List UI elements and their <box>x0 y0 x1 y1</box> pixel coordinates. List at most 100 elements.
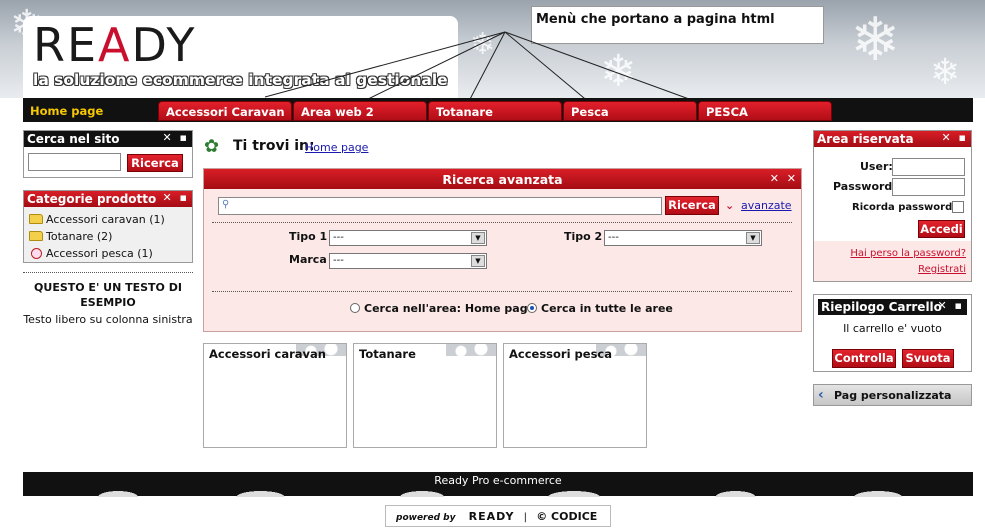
forgot-password-link[interactable]: Hai perso la password? <box>850 248 966 259</box>
free-text-body: Testo libero su colonna sinistra <box>23 313 193 326</box>
advanced-toggle-link[interactable]: avanzate <box>741 199 792 212</box>
category-card-title: Totanare <box>359 347 416 361</box>
category-card-accessori-pesca[interactable]: Accessori pesca <box>503 343 647 448</box>
login-title-text: Area riservata <box>817 132 914 146</box>
remember-checkbox[interactable] <box>952 201 964 213</box>
main-nav: Home page Accessori Caravan Area web 2 T… <box>23 98 973 122</box>
nav-item-totanare[interactable]: Totanare <box>428 101 562 121</box>
login-title: Area riservata ✕ ▪ <box>814 131 971 147</box>
free-text-title: QUESTO E' UN TESTO DI ESEMPIO <box>34 281 182 309</box>
footer-snow-decoration <box>23 483 973 497</box>
scope-option-current-area[interactable]: Cerca nell'area: Home page <box>350 302 535 315</box>
advanced-search-title-text: Ricerca avanzata <box>442 172 563 187</box>
logo-accent-letter: A <box>98 18 132 72</box>
cart-box: Riepilogo Carrello ✕ ▪ Il carrello e' vu… <box>813 294 972 372</box>
cart-empty-button[interactable]: Svuota <box>902 349 954 368</box>
brand-separator: | <box>523 512 528 523</box>
box-controls-icon[interactable]: ✕ ▪ <box>937 299 964 312</box>
site-search-button[interactable]: Ricerca <box>127 154 183 172</box>
marca-value: --- <box>333 255 344 266</box>
snowflake-icon: ❄ <box>850 5 901 75</box>
chevron-down-icon: ▼ <box>471 255 485 267</box>
breadcrumb-home-link[interactable]: Home page <box>305 141 368 154</box>
powered-by-label: powered by <box>396 513 456 523</box>
user-input[interactable] <box>892 158 965 176</box>
tipo2-label: Tipo 2 <box>564 230 603 243</box>
category-item[interactable]: Accessori caravan (1) <box>29 213 165 226</box>
nav-item-home[interactable]: Home page <box>23 101 151 121</box>
annotation-note: Menù che portano a pagina html <box>531 6 824 44</box>
category-label: Accessori pesca (1) <box>46 247 153 260</box>
divider <box>212 291 792 292</box>
marca-label: Marca <box>289 253 327 266</box>
breadcrumb-label: Ti trovi in: <box>233 138 315 154</box>
radio-current-area[interactable] <box>350 303 360 313</box>
tipo2-select[interactable]: --- ▼ <box>604 230 762 246</box>
nav-item-pesca[interactable]: Pesca <box>563 101 697 121</box>
snowflake-icon: ❄ <box>470 27 496 62</box>
radio-all-areas[interactable] <box>527 303 537 313</box>
search-icon: ⚲ <box>222 199 230 210</box>
login-button[interactable]: Accedi <box>918 220 965 238</box>
logo[interactable]: READY <box>33 22 197 68</box>
nav-item-pesca-upper[interactable]: PESCA <box>698 101 832 121</box>
category-card-accessori-caravan[interactable]: Accessori caravan <box>203 343 347 448</box>
box-controls-icon[interactable]: ✕ ✕ <box>770 172 798 185</box>
box-controls-icon[interactable]: ✕ ▪ <box>162 131 189 144</box>
tagline: la soluzione ecommerce integrata al gest… <box>33 71 448 89</box>
chevron-down-icon: ▼ <box>746 232 760 244</box>
powered-by-badge[interactable]: powered by READY | © CODICE <box>385 505 611 527</box>
advanced-search-button[interactable]: Ricerca <box>665 196 719 215</box>
nav-item-accessori-caravan[interactable]: Accessori Caravan <box>158 101 292 121</box>
category-card-totanare[interactable]: Totanare <box>353 343 497 448</box>
folder-icon <box>29 214 43 224</box>
marca-select[interactable]: --- ▼ <box>329 253 487 269</box>
advanced-search-title: Ricerca avanzata ✕ ✕ <box>204 169 801 189</box>
box-controls-icon[interactable]: ✕ ▪ <box>941 131 968 144</box>
register-link[interactable]: Registrati <box>918 264 966 275</box>
category-item[interactable]: Accessori pesca (1) <box>29 247 153 260</box>
site-search-input[interactable] <box>28 153 121 171</box>
codice-brand: © CODICE <box>536 510 598 523</box>
cart-empty-text: Il carrello e' vuoto <box>843 322 942 335</box>
cart-title-text: Riepilogo Carrello <box>821 300 942 314</box>
tipo1-select[interactable]: --- ▼ <box>329 230 487 246</box>
advanced-search-input[interactable]: ⚲ <box>218 197 662 215</box>
categories-title: Categorie prodotto ✕ ▪ <box>24 191 192 207</box>
holly-icon: ✿ <box>204 136 220 157</box>
advanced-search-panel: Ricerca avanzata ✕ ✕ ⚲ Ricerca ⌄ avanzat… <box>203 168 802 332</box>
ready-brand: READY <box>468 510 515 523</box>
cart-check-button[interactable]: Controlla <box>832 349 896 368</box>
custom-page-label: Pag personalizzata <box>834 389 952 402</box>
divider <box>23 272 193 273</box>
password-label: Password: <box>833 180 897 193</box>
tipo2-value: --- <box>608 232 619 243</box>
scope-option1-label: Cerca nell'area: Home page <box>364 302 536 315</box>
categories-title-text: Categorie prodotto <box>27 192 157 206</box>
scope-option2-label: Cerca in tutte le aree <box>541 302 673 315</box>
folder-icon <box>29 231 43 241</box>
category-item[interactable]: Totanare (2) <box>29 230 112 243</box>
tipo1-value: --- <box>333 232 344 243</box>
box-controls-icon[interactable]: ✕ ▪ <box>162 191 189 204</box>
site-search-box: Cerca nel sito ✕ ▪ Ricerca <box>23 130 193 178</box>
site-search-title-text: Cerca nel sito <box>27 132 120 146</box>
scope-option-all-areas[interactable]: Cerca in tutte le aree <box>527 302 673 315</box>
custom-page-link[interactable]: ‹ Pag personalizzata <box>813 384 972 406</box>
cart-title: Riepilogo Carrello ✕ ▪ <box>818 299 967 315</box>
chevron-left-icon: ‹ <box>818 387 824 403</box>
password-input[interactable] <box>892 178 965 196</box>
category-label: Accessori caravan (1) <box>46 213 165 226</box>
nav-item-area-web-2[interactable]: Area web 2 <box>293 101 427 121</box>
divider <box>212 222 792 223</box>
category-card-title: Accessori caravan <box>209 347 326 361</box>
login-box: Area riservata ✕ ▪ User: Password: Ricor… <box>813 130 972 282</box>
snow-decoration <box>446 344 496 356</box>
category-label: Totanare (2) <box>46 230 113 243</box>
categories-box: Categorie prodotto ✕ ▪ Accessori caravan… <box>23 190 193 263</box>
login-links-area <box>814 241 971 281</box>
remember-label: Ricorda password <box>852 202 953 213</box>
chevron-down-icon: ⌄ <box>725 199 735 212</box>
chevron-down-icon: ▼ <box>471 232 485 244</box>
tipo1-label: Tipo 1 <box>289 230 328 243</box>
